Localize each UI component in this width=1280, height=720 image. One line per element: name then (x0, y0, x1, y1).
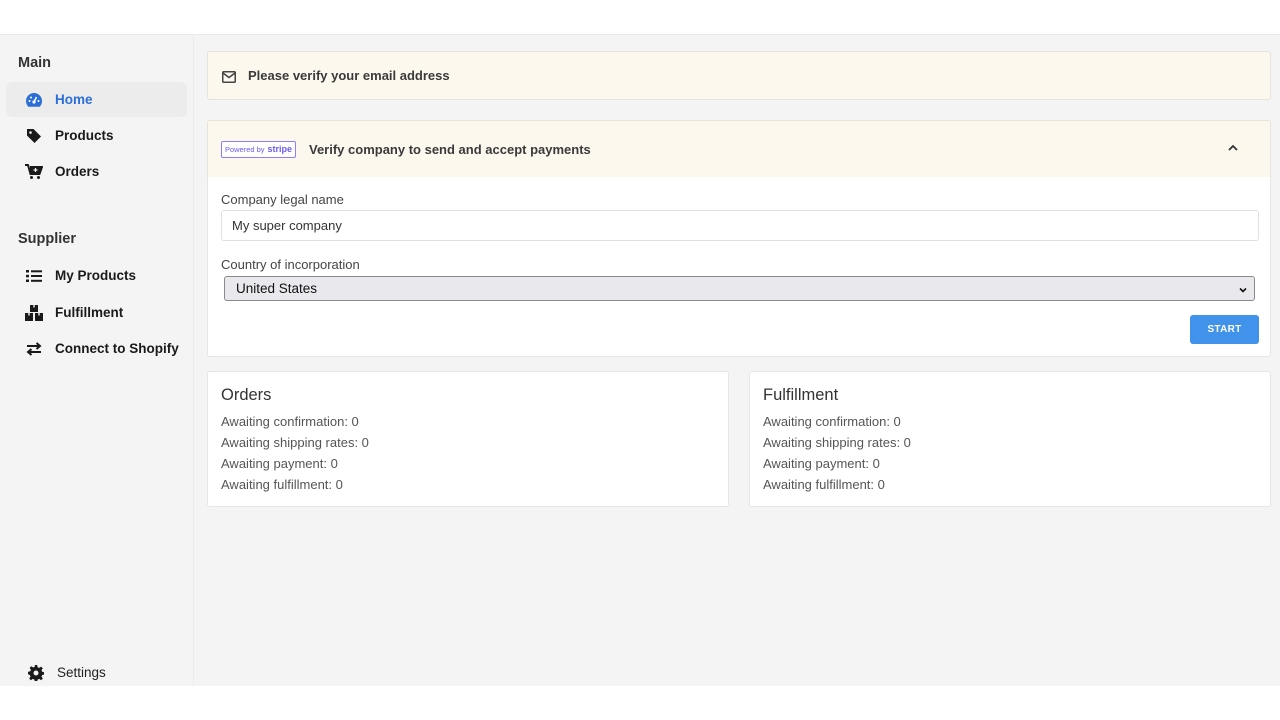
sidebar-item-label: Home (55, 92, 93, 107)
sidebar-section-supplier: Supplier (18, 231, 77, 247)
sidebar-item-label: Fulfillment (55, 305, 124, 320)
orders-card-title: Orders (221, 386, 272, 404)
list-icon (24, 266, 44, 286)
orders-card: Orders Awaiting confirmation: 0 Awaiting… (207, 371, 729, 507)
sidebar-item-settings[interactable]: Settings (12, 655, 193, 690)
boxes-icon (24, 303, 44, 323)
company-name-input[interactable] (221, 210, 1259, 241)
dashboard-icon (24, 90, 44, 110)
sidebar: Main Home Products Orders Supplier My Pr (0, 35, 194, 686)
sidebar-item-label: Orders (55, 164, 100, 179)
email-verify-text: Please verify your email address (248, 68, 450, 83)
tag-icon (24, 126, 44, 146)
powered-by-stripe-badge: Powered by stripe (221, 140, 296, 158)
app-body: Main Home Products Orders Supplier My Pr (0, 35, 1280, 686)
stripe-badge-brand: stripe (267, 144, 293, 154)
sidebar-item-connect-shopify[interactable]: Connect to Shopify (6, 331, 187, 366)
sidebar-item-label: Products (55, 128, 114, 143)
top-bar (0, 0, 1280, 35)
chevron-down-icon (1238, 283, 1248, 293)
fulfillment-awaiting-confirmation: Awaiting confirmation: 0 (763, 414, 901, 429)
orders-awaiting-fulfillment: Awaiting fulfillment: 0 (221, 477, 343, 492)
stripe-verify-header[interactable]: Powered by stripe Verify company to send… (207, 120, 1271, 177)
sidebar-item-products[interactable]: Products (6, 118, 187, 153)
chevron-up-icon[interactable] (1226, 141, 1240, 155)
orders-awaiting-shipping-rates: Awaiting shipping rates: 0 (221, 435, 369, 450)
sidebar-item-label: Connect to Shopify (55, 341, 179, 356)
fulfillment-awaiting-fulfillment: Awaiting fulfillment: 0 (763, 477, 885, 492)
sidebar-section-main: Main (18, 55, 52, 71)
country-label: Country of incorporation (221, 257, 360, 272)
cart-icon (24, 162, 44, 182)
sidebar-item-label: My Products (55, 268, 137, 283)
fulfillment-card-title: Fulfillment (763, 386, 839, 404)
fulfillment-awaiting-payment: Awaiting payment: 0 (763, 456, 880, 471)
country-select[interactable]: United States (224, 276, 1255, 301)
stripe-badge-prefix: Powered by (224, 144, 265, 154)
exchange-icon (24, 339, 44, 359)
envelope-icon (222, 70, 236, 83)
sidebar-item-label: Settings (57, 665, 106, 680)
gear-icon (26, 663, 46, 683)
start-button[interactable]: START (1190, 315, 1259, 344)
company-name-label: Company legal name (221, 192, 344, 207)
country-selected-value: United States (236, 281, 318, 296)
fulfillment-awaiting-shipping-rates: Awaiting shipping rates: 0 (763, 435, 911, 450)
company-verify-form: Company legal name Country of incorporat… (207, 177, 1271, 357)
sidebar-item-fulfillment[interactable]: Fulfillment (6, 295, 187, 330)
sidebar-item-my-products[interactable]: My Products (6, 258, 187, 293)
orders-awaiting-payment: Awaiting payment: 0 (221, 456, 338, 471)
orders-awaiting-confirmation: Awaiting confirmation: 0 (221, 414, 359, 429)
fulfillment-card: Fulfillment Awaiting confirmation: 0 Awa… (749, 371, 1271, 507)
sidebar-item-orders[interactable]: Orders (6, 154, 187, 189)
stripe-verify-title: Verify company to send and accept paymen… (309, 141, 591, 157)
sidebar-item-home[interactable]: Home (6, 82, 187, 117)
email-verify-banner[interactable]: Please verify your email address (207, 51, 1271, 100)
